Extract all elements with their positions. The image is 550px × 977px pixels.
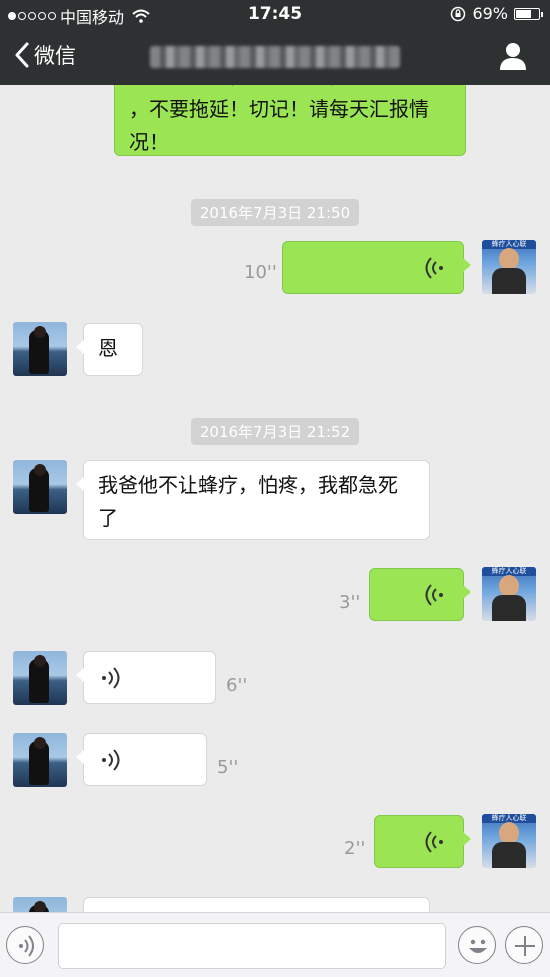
voice-duration: 2'' [344, 838, 366, 859]
voice-duration: 10'' [244, 262, 277, 283]
back-button[interactable]: 微信 [14, 40, 76, 70]
contact-avatar[interactable] [13, 733, 67, 787]
message-text: 我爸他不让蜂疗，怕疼，我都急死了 [98, 473, 398, 530]
message-text: 恩 [98, 336, 118, 360]
chevron-left-icon [15, 42, 29, 68]
contact-avatar[interactable] [13, 897, 67, 912]
voice-mode-icon [19, 935, 34, 957]
contact-profile-icon[interactable] [498, 41, 528, 71]
message-input[interactable] [58, 923, 446, 969]
more-button[interactable] [505, 926, 543, 964]
voice-wave-icon [425, 257, 443, 279]
voice-duration: 6'' [226, 675, 248, 696]
voice-message-sent[interactable] [374, 815, 471, 868]
contact-avatar[interactable] [13, 460, 67, 514]
timestamp: 2016年7月3日 21:50 [0, 199, 550, 226]
voice-message-sent[interactable] [369, 568, 471, 621]
voice-duration: 3'' [339, 592, 361, 613]
status-bar: 中国移动 17:45 69% [0, 0, 550, 28]
message-bubble-received[interactable] [83, 897, 430, 912]
voice-wave-icon [102, 749, 120, 771]
voice-message-received[interactable] [76, 733, 207, 786]
contact-avatar[interactable] [13, 322, 67, 376]
contact-avatar[interactable] [13, 651, 67, 705]
back-label: 微信 [34, 44, 76, 68]
voice-toggle-button[interactable] [6, 926, 44, 964]
battery-percent: 69% [472, 4, 508, 23]
voice-wave-icon [425, 584, 443, 606]
voice-message-received[interactable] [76, 651, 216, 704]
message-text: ，不要拖延！切记！请每天汇报情况！ [129, 97, 429, 154]
voice-wave-icon [425, 831, 443, 853]
my-avatar[interactable]: 蜂疗人心联 [482, 814, 536, 868]
emoji-icon [469, 939, 487, 953]
message-bubble-received[interactable]: 恩 [76, 323, 143, 376]
message-bubble-sent[interactable]: 准备好手吗，抓紧时间，请情来恩 ，不要拖延！切记！请每天汇报情况！ [114, 85, 473, 156]
chat-header: 微信 ████████ ███████ [0, 28, 550, 85]
voice-message-sent[interactable] [282, 241, 471, 294]
chat-title-blurred: ████████ ███████ [150, 46, 400, 68]
my-avatar[interactable]: 蜂疗人心联 [482, 240, 536, 294]
plus-icon [515, 936, 535, 956]
input-toolbar [0, 912, 550, 977]
rotation-lock-icon [451, 6, 466, 21]
battery-icon [514, 7, 543, 20]
message-list[interactable]: 准备好手吗，抓紧时间，请情来恩 ，不要拖延！切记！请每天汇报情况！ 2016年7… [0, 85, 550, 912]
message-bubble-received[interactable]: 我爸他不让蜂疗，怕疼，我都急死了 [76, 460, 430, 540]
my-avatar[interactable]: 蜂疗人心联 [482, 567, 536, 621]
emoji-button[interactable] [458, 926, 496, 964]
timestamp: 2016年7月3日 21:52 [0, 418, 550, 445]
voice-duration: 5'' [217, 757, 239, 778]
voice-wave-icon [102, 667, 120, 689]
